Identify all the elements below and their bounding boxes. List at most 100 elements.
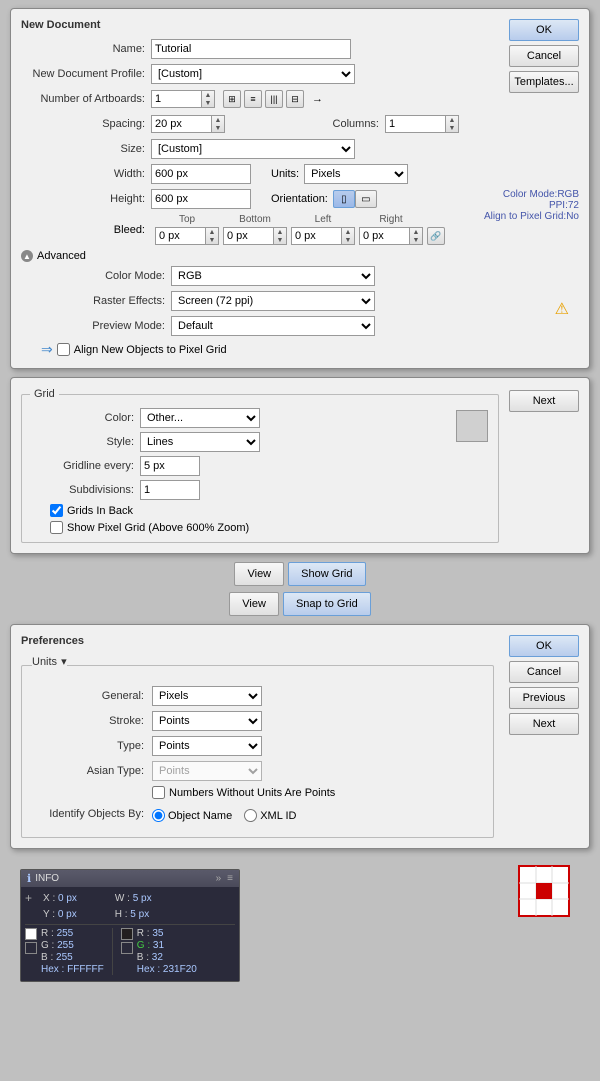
show-grid-button[interactable]: Show Grid — [288, 562, 365, 586]
width-input[interactable] — [151, 164, 251, 184]
spacing-down[interactable]: ▼ — [212, 124, 224, 132]
grid-layout: Grid Color: Other... Style: Lines — [21, 388, 579, 543]
advanced-arrow-icon: ▲ — [21, 250, 33, 262]
type-label: Type: — [32, 740, 152, 752]
spacing-spinbox[interactable]: ▲ ▼ — [151, 114, 225, 134]
raster-select[interactable]: Screen (72 ppi) — [171, 291, 375, 311]
new-document-dialog: New Document OK Cancel Templates... Name… — [10, 8, 590, 369]
preview-mode-select[interactable]: Default — [171, 316, 375, 336]
templates-button[interactable]: Templates... — [509, 71, 579, 93]
grid-color-select[interactable]: Other... — [140, 408, 260, 428]
columns-input[interactable] — [385, 115, 445, 133]
bleed-bottom-input[interactable] — [223, 227, 273, 245]
dialog-title: New Document — [21, 19, 579, 31]
columns-spinbox[interactable]: ▲ ▼ — [385, 114, 459, 134]
show-pixel-checkbox[interactable] — [50, 521, 63, 534]
col-icon[interactable]: ||| — [265, 90, 283, 108]
artboards-arrows[interactable]: ▲ ▼ — [201, 90, 215, 108]
bleed-left-arrows[interactable]: ▲▼ — [341, 227, 355, 245]
raster-label: Raster Effects: — [41, 295, 171, 307]
bleed-top-arrows[interactable]: ▲▼ — [205, 227, 219, 245]
units-label: Units: — [271, 168, 304, 180]
row-icon[interactable]: ≡ — [244, 90, 262, 108]
subdivisions-input[interactable] — [140, 480, 200, 500]
info-w: W : 5 px — [115, 893, 152, 904]
object-name-label: Object Name — [168, 810, 232, 822]
stroke-select[interactable]: Points — [152, 711, 262, 731]
cancel-button[interactable]: Cancel — [509, 45, 579, 67]
view-buttons-section: View Show Grid View Snap to Grid — [0, 562, 600, 616]
bleed-right-input[interactable] — [359, 227, 409, 245]
pref-ok-button[interactable]: OK — [509, 635, 579, 657]
units-section-label: Units — [32, 656, 57, 668]
color-mode-select[interactable]: RGB — [171, 266, 375, 286]
bleed-left-col: Left ▲▼ — [291, 214, 355, 246]
info-stroke-box2 — [121, 942, 133, 954]
grid-next-button[interactable]: Next — [509, 390, 579, 412]
gridline-input[interactable] — [140, 456, 200, 476]
grids-in-back-row: Grids In Back — [30, 504, 490, 517]
info-color2-icon — [121, 928, 133, 954]
type-select[interactable]: Points — [152, 736, 262, 756]
info-panel-icon: ℹ — [27, 872, 31, 885]
advanced-toggle[interactable]: ▲ Advanced — [21, 250, 579, 262]
view-button-1[interactable]: View — [234, 562, 284, 586]
artboards-down[interactable]: ▼ — [202, 99, 214, 107]
asian-type-label: Asian Type: — [32, 765, 152, 777]
info-expand-icon[interactable]: » — [216, 873, 222, 884]
spacing-up[interactable]: ▲ — [212, 116, 224, 124]
info-divider — [25, 924, 235, 925]
pref-cancel-button[interactable]: Cancel — [509, 661, 579, 683]
portrait-button[interactable]: ▯ — [333, 190, 355, 208]
pixel-align-checkbox[interactable] — [57, 343, 70, 356]
warning-icon: ⚠ — [555, 299, 569, 319]
pref-previous-button[interactable]: Previous — [509, 687, 579, 709]
grid-style-select[interactable]: Lines — [140, 432, 260, 452]
grids-in-back-checkbox[interactable] — [50, 504, 63, 517]
bleed-left-input[interactable] — [291, 227, 341, 245]
columns-arrows[interactable]: ▲ ▼ — [445, 115, 459, 133]
info-menu-icon[interactable]: ≡ — [227, 873, 233, 884]
artboards-input[interactable] — [151, 90, 201, 108]
info-x-value: 0 px — [58, 893, 77, 904]
snap-to-grid-button[interactable]: Snap to Grid — [283, 592, 371, 616]
info-y-row: Y : 0 px H : 5 px — [25, 907, 235, 921]
pref-next-button[interactable]: Next — [509, 713, 579, 735]
xml-id-radio[interactable] — [244, 809, 257, 822]
bleed-label: Bleed: — [21, 224, 151, 236]
spacing-row: Spacing: ▲ ▼ Columns: ▲ ▼ — [21, 114, 579, 134]
link-bleed-icon[interactable]: 🔗 — [427, 227, 445, 245]
view-button-2[interactable]: View — [229, 592, 279, 616]
grid-icon[interactable]: ⊞ — [223, 90, 241, 108]
name-input[interactable] — [151, 39, 351, 59]
subdivisions-label: Subdivisions: — [30, 484, 140, 496]
spacing-input[interactable] — [151, 115, 211, 133]
bleed-bottom-arrows[interactable]: ▲▼ — [273, 227, 287, 245]
pixel-grid-info: Align to Pixel Grid:No — [484, 211, 579, 222]
artboards-label: Number of Artboards: — [21, 93, 151, 105]
xml-id-label: XML ID — [260, 810, 296, 822]
arrange-icon[interactable]: ⊟ — [286, 90, 304, 108]
info-colors-row: R : 255 G : 255 B : 255 Hex : FFFFFF — [25, 928, 235, 975]
ok-button[interactable]: OK — [509, 19, 579, 41]
spacing-arrows[interactable]: ▲ ▼ — [211, 115, 225, 133]
profile-select[interactable]: [Custom] — [151, 64, 355, 84]
columns-down[interactable]: ▼ — [446, 124, 458, 132]
height-input[interactable] — [151, 189, 251, 209]
object-name-radio[interactable] — [152, 809, 165, 822]
columns-up[interactable]: ▲ — [446, 116, 458, 124]
landscape-button[interactable]: ▭ — [355, 190, 377, 208]
advanced-section: ▲ Advanced Color Mode: RGB Raster Effect… — [21, 250, 579, 358]
info-h: H : 5 px — [115, 909, 149, 920]
raster-row: Raster Effects: Screen (72 ppi) — [41, 291, 579, 311]
artboards-spinbox[interactable]: ▲ ▼ — [151, 89, 215, 109]
size-select[interactable]: [Custom] — [151, 139, 355, 159]
units-select[interactable]: Pixels — [304, 164, 408, 184]
numbers-checkbox[interactable] — [152, 786, 165, 799]
preferences-title: Preferences — [21, 635, 579, 647]
bleed-top-input[interactable] — [155, 227, 205, 245]
artboards-up[interactable]: ▲ — [202, 91, 214, 99]
bleed-right-arrows[interactable]: ▲▼ — [409, 227, 423, 245]
general-select[interactable]: Pixels — [152, 686, 262, 706]
info-xy-row: + X : 0 px W : 5 px — [25, 891, 235, 905]
